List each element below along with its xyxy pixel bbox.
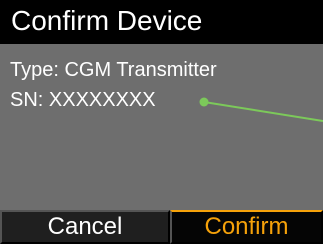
screen-title: Confirm Device xyxy=(11,5,203,36)
device-info-panel: Type: CGM Transmitter SN: XXXXXXXX xyxy=(0,44,323,210)
device-type-label: Type: CGM Transmitter xyxy=(10,59,217,81)
screen-header: Confirm Device xyxy=(0,0,323,44)
action-bar: Cancel Confirm xyxy=(0,210,323,244)
device-screen: Confirm Device Type: CGM Transmitter SN:… xyxy=(0,0,323,244)
cancel-button[interactable]: Cancel xyxy=(0,210,170,244)
confirm-button[interactable]: Confirm xyxy=(170,210,323,244)
serial-number-label: SN: XXXXXXXX xyxy=(10,89,156,111)
